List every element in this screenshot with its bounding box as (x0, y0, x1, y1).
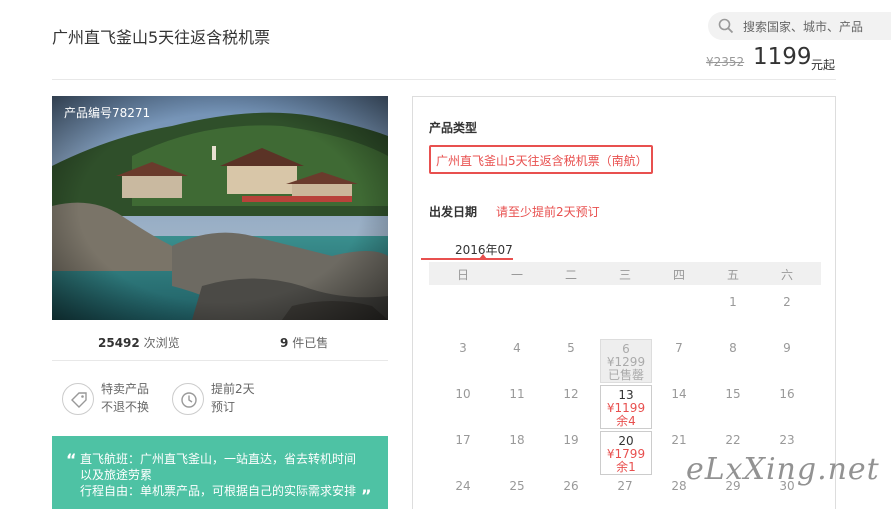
weekday: 四 (672, 268, 685, 282)
calendar-day: 19 (563, 433, 579, 447)
temple-coast-image (52, 96, 388, 320)
highlight-line: 以及旅途劳累 (80, 468, 153, 482)
tag-icon (62, 383, 94, 415)
highlights-box: “ 直飞航班：广州直飞釜山，一站直达，省去转机时间 以及旅途劳累 行程自由：单机… (52, 436, 388, 509)
calendar-day: 4 (513, 341, 521, 355)
close-quote-icon: ” (361, 486, 372, 505)
day-remaining: 余4 (616, 414, 636, 428)
calendar-day: 11 (509, 387, 525, 401)
calendar-day: 7 (675, 341, 683, 355)
stats-bar: 25492 次浏览 9 件已售 (52, 332, 388, 354)
feature-line1: 提前2天 (211, 382, 255, 396)
feature-special-sale: 特卖产品 不退不换 (62, 381, 172, 417)
calendar-day: 3 (459, 341, 467, 355)
calendar-day: 9 (783, 341, 791, 355)
search-input[interactable]: 搜索国家、城市、产品 (743, 18, 863, 35)
calendar-day-available[interactable]: 13 ¥1199 余4 (600, 385, 652, 429)
views-stat: 25492 次浏览 (98, 334, 180, 351)
divider (52, 79, 836, 80)
views-count: 25492 (98, 336, 140, 350)
weekday: 日 (456, 268, 469, 282)
calendar-day: 5 (567, 341, 575, 355)
calendar-day: 24 (455, 479, 471, 493)
views-label: 次浏览 (143, 336, 180, 350)
highlight-line: 行程自由：单机票产品，可根据自己的实际需求安排 (80, 484, 357, 498)
calendar-day: 10 (455, 387, 471, 401)
feature-line2: 预订 (211, 400, 236, 414)
current-price: 1199 (753, 44, 812, 70)
product-photo[interactable]: 产品编号78271 (52, 96, 388, 320)
page: 广州直飞釜山5天往返含税机票 搜索国家、城市、产品 ¥2352 1199 元起 (0, 0, 891, 509)
calendar-day: 12 (563, 387, 579, 401)
sold-label: 件已售 (292, 336, 329, 350)
product-option-label: 广州直飞釜山5天往返含税机票（南航） (436, 154, 648, 168)
calendar-day: 22 (725, 433, 741, 447)
day-remaining: 余1 (616, 460, 636, 474)
highlight-line: 直飞航班：广州直飞釜山，一站直达，省去转机时间 (80, 452, 357, 466)
weekday: 一 (510, 268, 523, 282)
clock-icon (172, 383, 204, 415)
watermark: eLxXing.net (686, 452, 880, 487)
original-price: ¥2352 (706, 55, 745, 69)
product-type-label: 产品类型 (429, 121, 478, 135)
weekday: 五 (726, 268, 739, 282)
departure-date-label: 出发日期 (429, 205, 478, 219)
month-caret-icon (479, 254, 487, 259)
calendar-day: 25 (509, 479, 525, 493)
divider (52, 360, 388, 361)
calendar-day: 16 (779, 387, 795, 401)
day-status: 已售罄 (607, 368, 644, 382)
search-icon[interactable] (718, 18, 734, 34)
calendar-day: 27 (617, 479, 633, 493)
departure-note: 请至少提前2天预订 (496, 205, 600, 219)
product-code: 产品编号78271 (64, 106, 151, 120)
open-quote-icon: “ (66, 450, 77, 469)
feature-line2: 不退不换 (101, 400, 150, 414)
calendar-day: 23 (779, 433, 795, 447)
calendar-day-soldout: 6 ¥1299 已售罄 (600, 339, 652, 383)
weekday: 二 (564, 268, 577, 282)
calendar-day: 17 (455, 433, 471, 447)
feature-advance-booking: 提前2天 预订 (172, 381, 282, 417)
calendar-day: 18 (509, 433, 525, 447)
sold-count: 9 (280, 336, 289, 350)
calendar-day: 26 (563, 479, 579, 493)
month-tab-underline (421, 258, 513, 260)
feature-line1: 特卖产品 (101, 382, 150, 396)
weekday: 六 (780, 268, 793, 282)
calendar-day: 2 (783, 295, 791, 309)
sold-stat: 9 件已售 (280, 334, 328, 351)
calendar-day: 21 (671, 433, 687, 447)
weekday: 三 (618, 268, 631, 282)
calendar-weekday-header: 日 一 二 三 四 五 六 (429, 262, 821, 285)
calendar-day: 14 (671, 387, 687, 401)
calendar-day: 8 (729, 341, 737, 355)
price-unit: 元起 (811, 58, 836, 72)
calendar-day: 1 (729, 295, 737, 309)
booking-panel: 产品类型 广州直飞釜山5天往返含税机票（南航） 出发日期 请至少提前2天预订 2… (412, 96, 836, 509)
product-option-selected[interactable]: 广州直飞釜山5天往返含税机票（南航） (429, 145, 653, 174)
calendar-day-available[interactable]: 20 ¥1799 余1 (600, 431, 652, 475)
calendar-day: 15 (725, 387, 741, 401)
search-box[interactable]: 搜索国家、城市、产品 (708, 12, 891, 40)
page-title: 广州直飞釜山5天往返含税机票 (52, 28, 271, 47)
